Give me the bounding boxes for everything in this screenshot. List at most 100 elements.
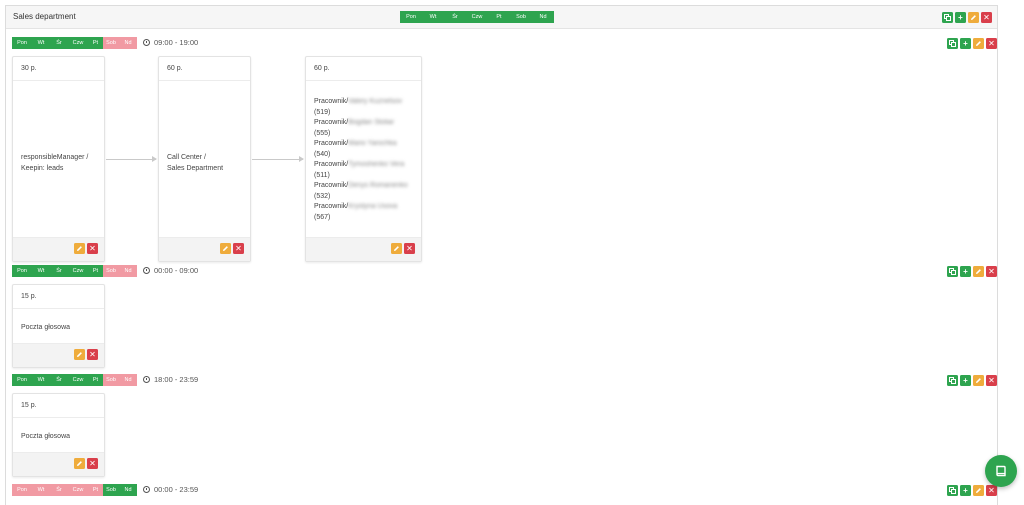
department-actions: + ✕ bbox=[942, 12, 992, 23]
time-range: 18:00 - 23:59 bbox=[154, 375, 199, 384]
day-thu[interactable]: Czw bbox=[68, 374, 88, 386]
employee-name: Mario Yarochka bbox=[348, 140, 397, 147]
card-actions: ✕ bbox=[391, 243, 415, 254]
close-icon[interactable]: ✕ bbox=[981, 12, 992, 23]
plus-icon[interactable]: + bbox=[960, 38, 971, 49]
day-fri[interactable]: Pt bbox=[88, 484, 103, 496]
day-thu[interactable]: Czw bbox=[68, 265, 88, 277]
day-thu[interactable]: Czw bbox=[68, 37, 88, 49]
routing-card: 30 p. responsibleManager / Keepin: leads… bbox=[12, 56, 105, 262]
day-tue[interactable]: Wt bbox=[32, 265, 50, 277]
day-tue[interactable]: Wt bbox=[32, 37, 50, 49]
card-body: responsibleManager / Keepin: leads bbox=[21, 153, 98, 174]
copy-icon[interactable] bbox=[947, 266, 958, 277]
day-sun[interactable]: Nd bbox=[532, 11, 554, 23]
day-tue[interactable]: Wt bbox=[32, 484, 50, 496]
department-header: Sales department Pon Wt Śr Czw Pt Sob Nd… bbox=[6, 6, 997, 29]
employee-entry: Pracownik/Mario Yarochka bbox=[314, 139, 419, 150]
day-sun[interactable]: Nd bbox=[119, 374, 137, 386]
routing-card: 15 p. Poczta głosowa ✕ bbox=[12, 284, 105, 368]
plus-icon[interactable]: + bbox=[960, 266, 971, 277]
day-sat[interactable]: Sob bbox=[103, 265, 119, 277]
day-tue[interactable]: Wt bbox=[32, 374, 50, 386]
day-mon[interactable]: Pon bbox=[12, 484, 32, 496]
pencil-icon[interactable] bbox=[220, 243, 231, 254]
close-icon[interactable]: ✕ bbox=[986, 38, 997, 49]
day-mon[interactable]: Pon bbox=[12, 265, 32, 277]
close-icon[interactable]: ✕ bbox=[986, 375, 997, 386]
employee-ext: (567) bbox=[314, 213, 331, 221]
employee-ext: (519) bbox=[314, 108, 331, 116]
day-tue[interactable]: Wt bbox=[422, 11, 444, 23]
employee-prefix: Pracownik/ bbox=[314, 182, 349, 189]
employee-prefix: Pracownik/ bbox=[314, 98, 349, 105]
copy-icon[interactable] bbox=[942, 12, 953, 23]
clock-icon bbox=[143, 376, 150, 383]
card-line: Poczta głosowa bbox=[21, 324, 71, 331]
plus-icon[interactable]: + bbox=[960, 485, 971, 496]
pencil-icon[interactable] bbox=[973, 485, 984, 496]
card-line: Sales Department bbox=[167, 164, 224, 172]
card-header: 15 p. bbox=[13, 394, 104, 418]
day-thu[interactable]: Czw bbox=[68, 484, 88, 496]
day-sat[interactable]: Sob bbox=[103, 484, 119, 496]
day-fri[interactable]: Pt bbox=[488, 11, 510, 23]
day-mon[interactable]: Pon bbox=[12, 37, 32, 49]
day-wed[interactable]: Śr bbox=[50, 484, 68, 496]
pencil-icon[interactable] bbox=[973, 375, 984, 386]
day-wed[interactable]: Śr bbox=[50, 374, 68, 386]
employee-name: Krystyna Usova bbox=[348, 203, 398, 210]
pencil-icon[interactable] bbox=[74, 458, 85, 469]
copy-icon[interactable] bbox=[947, 485, 958, 496]
day-wed[interactable]: Śr bbox=[50, 37, 68, 49]
card-body: Poczta głosowa bbox=[21, 432, 98, 443]
day-sun[interactable]: Nd bbox=[119, 265, 137, 277]
close-icon[interactable]: ✕ bbox=[87, 349, 98, 360]
day-sat[interactable]: Sob bbox=[103, 374, 119, 386]
day-wed[interactable]: Śr bbox=[50, 265, 68, 277]
day-sun[interactable]: Nd bbox=[119, 484, 137, 496]
employee-prefix: Pracownik/ bbox=[314, 140, 349, 147]
close-icon[interactable]: ✕ bbox=[986, 266, 997, 277]
day-sun[interactable]: Nd bbox=[119, 37, 137, 49]
pencil-icon[interactable] bbox=[968, 12, 979, 23]
copy-icon[interactable] bbox=[947, 375, 958, 386]
day-wed[interactable]: Śr bbox=[444, 11, 466, 23]
row-time: 18:00 - 23:59 bbox=[143, 375, 198, 384]
day-sat[interactable]: Sob bbox=[510, 11, 532, 23]
employee-entry: Pracownik/Denys Romanenko bbox=[314, 181, 419, 192]
card-actions: ✕ bbox=[74, 243, 98, 254]
routing-card: 15 p. Poczta głosowa ✕ bbox=[12, 393, 105, 477]
day-fri[interactable]: Pt bbox=[88, 374, 103, 386]
pencil-icon[interactable] bbox=[973, 38, 984, 49]
card-header: 60 p. bbox=[159, 57, 250, 81]
day-mon[interactable]: Pon bbox=[12, 374, 32, 386]
employee-prefix: Pracownik/ bbox=[314, 203, 349, 210]
day-thu[interactable]: Czw bbox=[466, 11, 488, 23]
close-icon[interactable]: ✕ bbox=[87, 458, 98, 469]
close-icon[interactable]: ✕ bbox=[404, 243, 415, 254]
copy-icon[interactable] bbox=[947, 38, 958, 49]
day-sat[interactable]: Sob bbox=[103, 37, 119, 49]
time-range: 09:00 - 19:00 bbox=[154, 38, 199, 47]
day-fri[interactable]: Pt bbox=[88, 37, 103, 49]
pencil-icon[interactable] bbox=[74, 243, 85, 254]
plus-icon[interactable]: + bbox=[960, 375, 971, 386]
pencil-icon[interactable] bbox=[391, 243, 402, 254]
employee-list: Pracownik/Valery Kuznetsov (519) Pracown… bbox=[314, 97, 419, 223]
close-icon[interactable]: ✕ bbox=[986, 485, 997, 496]
department-title: Sales department bbox=[13, 12, 76, 21]
card-line: responsibleManager / bbox=[21, 154, 89, 161]
card-line: Call Center / bbox=[167, 154, 206, 161]
pencil-icon[interactable] bbox=[973, 266, 984, 277]
day-mon[interactable]: Pon bbox=[400, 11, 422, 23]
pencil-icon[interactable] bbox=[74, 349, 85, 360]
close-icon[interactable]: ✕ bbox=[233, 243, 244, 254]
close-icon[interactable]: ✕ bbox=[87, 243, 98, 254]
plus-icon[interactable]: + bbox=[955, 12, 966, 23]
day-fri[interactable]: Pt bbox=[88, 265, 103, 277]
routing-card: 60 p. Pracownik/Valery Kuznetsov (519) P… bbox=[305, 56, 422, 262]
help-fab[interactable] bbox=[985, 455, 1017, 487]
card-body: Call Center / Sales Department bbox=[167, 153, 244, 174]
card-header: 15 p. bbox=[13, 285, 104, 309]
